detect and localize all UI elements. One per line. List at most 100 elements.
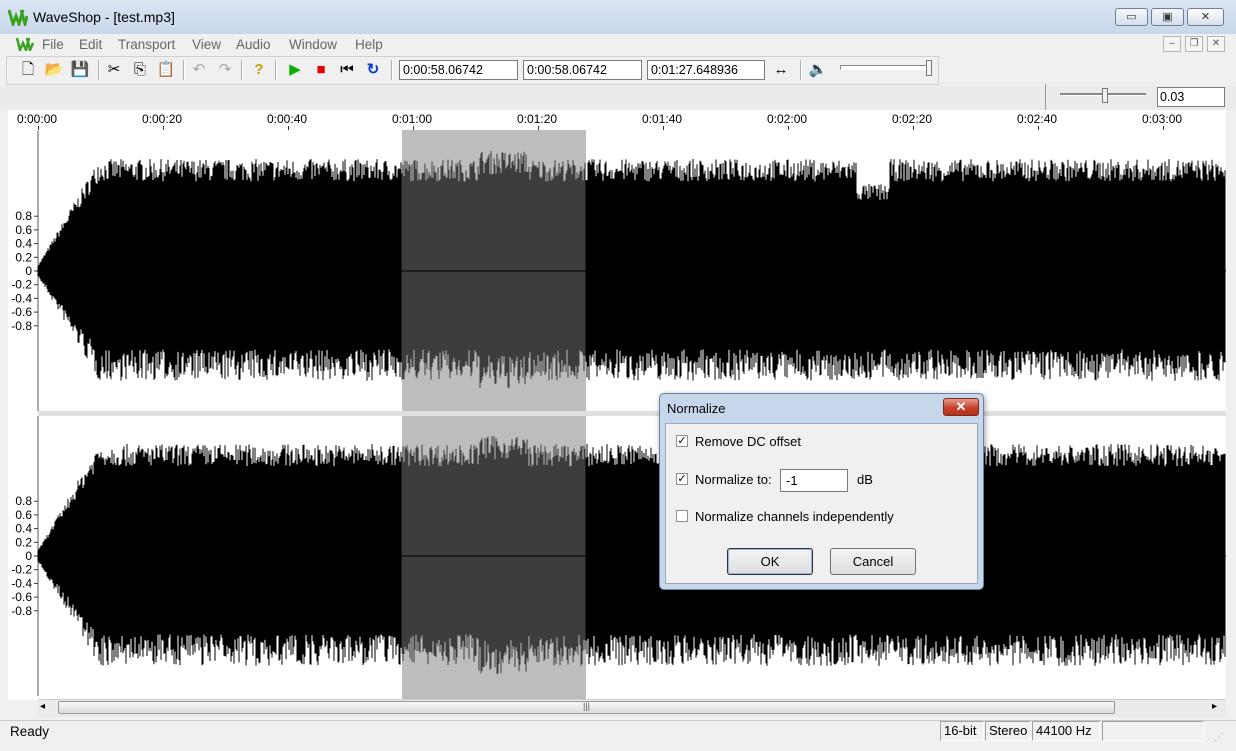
amplitude-label: 0.2	[15, 250, 32, 264]
close-button[interactable]: ✕	[1187, 8, 1224, 26]
redo-icon[interactable]: ↷	[215, 60, 235, 80]
window-title: WaveShop - [test.mp3]	[33, 9, 175, 25]
waveform-view[interactable]: 0.8 0.6 0.4 0.2 0 -0.2 -0.4 -0.6 -0.8 0.8 0.6 0.4 0…	[8, 130, 1226, 700]
menu-view[interactable]: View	[192, 37, 221, 52]
menu-file[interactable]: File	[42, 37, 64, 52]
dialog-close-button[interactable]: ✕	[943, 398, 979, 416]
amplitude-label: 0.8	[15, 209, 32, 223]
menu-transport[interactable]: Transport	[118, 37, 175, 52]
resize-grip-icon[interactable]: ⋰	[1214, 732, 1224, 743]
paste-icon[interactable]: 📋	[156, 60, 176, 80]
amplitude-label: 0.6	[15, 508, 32, 522]
status-extra	[1102, 721, 1204, 741]
amplitude-label: -0.8	[11, 319, 32, 333]
speaker-icon[interactable]: 🔈	[808, 60, 828, 80]
new-file-icon[interactable]: 🗋	[18, 60, 38, 80]
copy-icon[interactable]: ⎘	[130, 60, 150, 80]
undo-icon[interactable]: ↶	[189, 60, 209, 80]
selection-start-field[interactable]: 0:00:58.06742	[523, 60, 642, 80]
minimize-icon: ▭	[1126, 11, 1137, 23]
help-icon[interactable]: ?	[249, 60, 269, 80]
ruler-label: 0:02:20	[892, 112, 933, 126]
amplitude-label: 0	[25, 549, 32, 563]
cursor-time-field[interactable]: 0:00:58.06742	[399, 60, 518, 80]
checkmark-icon: ✓	[677, 473, 687, 485]
amplitude-label: 0.2	[15, 535, 32, 549]
independent-channels-checkbox[interactable]	[676, 510, 688, 522]
remove-dc-checkbox[interactable]: ✓	[676, 435, 688, 447]
zoom-value-field[interactable]: 0.03	[1157, 87, 1225, 107]
minimize-button[interactable]: ▭	[1115, 8, 1148, 26]
amplitude-label: 0	[25, 264, 32, 278]
save-icon[interactable]: 💾	[70, 60, 90, 80]
scroll-left-icon[interactable]: ◂	[40, 701, 45, 712]
amplitude-label: -0.4	[11, 291, 32, 305]
scroll-grip-icon: |||	[583, 701, 591, 711]
waveshop-logo-icon	[8, 9, 28, 26]
close-icon: ✕	[1200, 11, 1211, 23]
normalize-to-label: Normalize to:	[695, 472, 772, 487]
ruler-label: 0:01:00	[392, 112, 433, 126]
ok-button[interactable]: OK	[727, 548, 813, 575]
ruler-label: 0:03:00	[1142, 112, 1183, 126]
menu-edit[interactable]: Edit	[79, 37, 102, 52]
stop-icon[interactable]: ■	[311, 60, 331, 80]
volume-slider-track[interactable]	[840, 65, 930, 70]
close-icon: ✕	[955, 399, 967, 414]
amplitude-label: -0.4	[11, 576, 32, 590]
toolbar-separator	[275, 60, 277, 80]
ruler-label: 0:00:40	[267, 112, 308, 126]
menu-help[interactable]: Help	[355, 37, 383, 52]
cut-icon[interactable]: ✂	[104, 60, 124, 80]
rewind-icon[interactable]: ⏮	[337, 60, 357, 80]
channel-left-axis: 0.80.60.40.20-0.2-0.4-0.6-0.8	[11, 131, 39, 411]
channel-divider[interactable]	[38, 411, 1226, 416]
ruler-label: 0:00:20	[142, 112, 183, 126]
document-logo-icon	[16, 37, 34, 51]
menu-window[interactable]: Window	[289, 37, 337, 52]
maximize-button[interactable]: ▣	[1151, 8, 1184, 26]
ruler-label: 0:01:20	[517, 112, 558, 126]
scroll-right-icon[interactable]: ▸	[1212, 701, 1217, 712]
checkmark-icon: ✓	[677, 435, 687, 447]
toolbar-separator	[391, 60, 393, 80]
channel-right-axis: 0.80.60.40.20-0.2-0.4-0.6-0.8	[11, 416, 39, 696]
amplitude-label: -0.6	[11, 590, 32, 604]
ruler-label: 0:02:00	[767, 112, 808, 126]
waveform-canvas[interactable]: 0.80.60.40.20-0.2-0.4-0.6-0.8 0.80.60.40…	[8, 130, 1226, 700]
amplitude-label: -0.2	[11, 278, 32, 292]
status-text: Ready	[10, 724, 50, 739]
status-channels: Stereo	[985, 721, 1031, 741]
zoom-slider-thumb[interactable]	[1102, 88, 1108, 103]
selection-length-icon[interactable]: ↔	[771, 60, 791, 80]
open-folder-icon[interactable]: 📂	[44, 60, 64, 80]
dialog-title: Normalize	[667, 401, 726, 416]
status-bit-depth: 16-bit	[940, 721, 984, 741]
volume-slider-thumb[interactable]	[926, 60, 932, 76]
cancel-button[interactable]: Cancel	[830, 548, 916, 575]
doc-restore-button[interactable]: ❐	[1185, 36, 1203, 52]
toolbar-separator	[241, 60, 243, 80]
menu-audio[interactable]: Audio	[236, 37, 271, 52]
amplitude-label: 0.8	[15, 494, 32, 508]
menu-bar	[0, 34, 1236, 55]
amplitude-label: -0.6	[11, 305, 32, 319]
toolbar-separator	[800, 60, 802, 80]
amplitude-label: -0.2	[11, 563, 32, 577]
toolbar-separator	[98, 60, 100, 80]
status-sample-rate: 44100 Hz	[1032, 721, 1100, 741]
normalize-level-input[interactable]: -1	[780, 469, 848, 492]
amplitude-label: -0.8	[11, 604, 32, 618]
doc-minimize-button[interactable]: –	[1163, 36, 1181, 52]
amplitude-label: 0.6	[15, 223, 32, 237]
normalize-to-checkbox[interactable]: ✓	[676, 473, 688, 485]
toolbar-separator	[183, 60, 185, 80]
db-unit-label: dB	[857, 472, 873, 487]
play-icon[interactable]: ▶	[285, 60, 305, 80]
selection-end-field[interactable]: 0:01:27.648936	[647, 60, 765, 80]
waveform-path	[37, 444, 1226, 666]
ruler-label: 0:01:40	[642, 112, 683, 126]
loop-icon[interactable]: ↻	[363, 60, 383, 80]
amplitude-label: 0.4	[15, 237, 32, 251]
doc-close-button[interactable]: ✕	[1207, 36, 1225, 52]
